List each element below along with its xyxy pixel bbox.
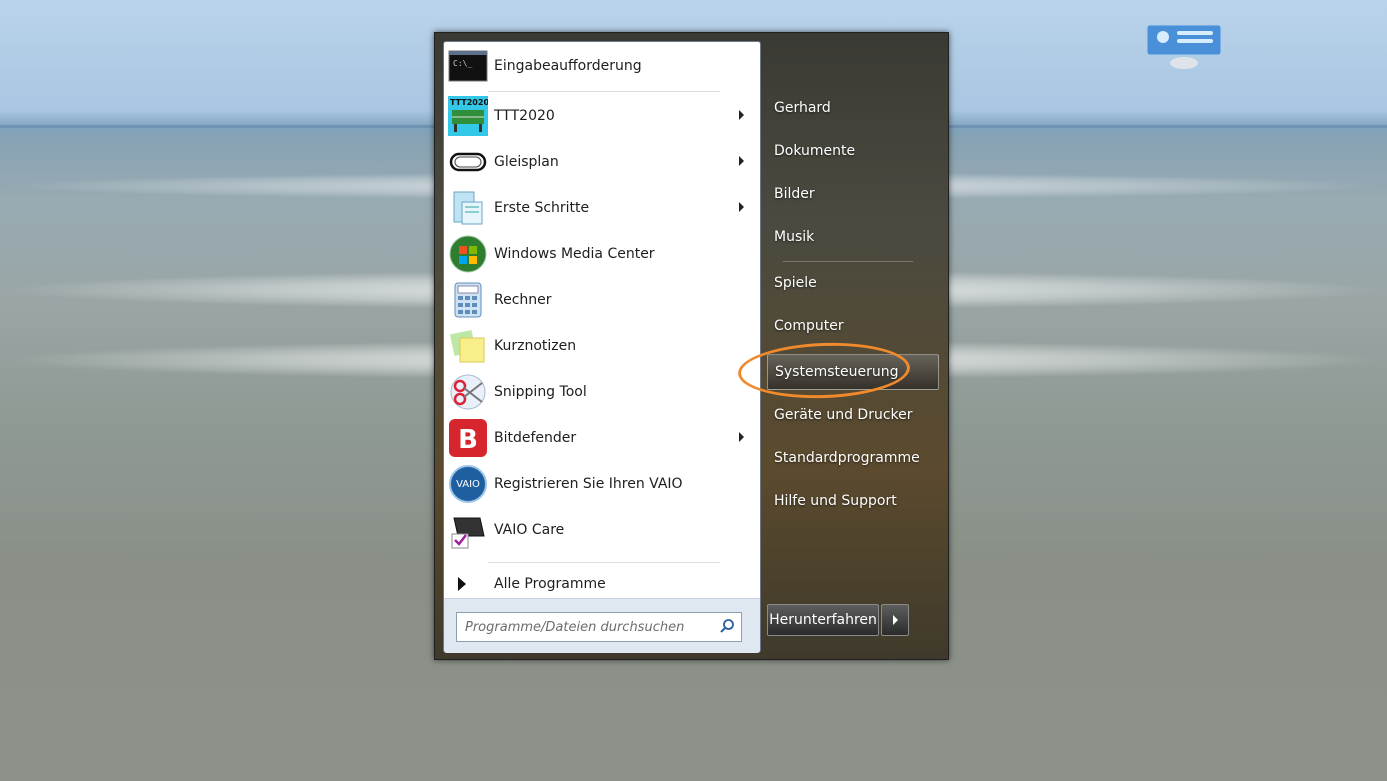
shutdown-label: Herunterfahren xyxy=(769,612,877,628)
search-bar xyxy=(444,598,760,653)
shutdown-options-arrow-icon[interactable] xyxy=(881,604,909,636)
place-label: Computer xyxy=(774,318,844,334)
place-standardprogramme[interactable]: Standardprogramme xyxy=(767,440,939,476)
command-prompt-icon: C:\_ xyxy=(448,46,488,86)
program-label: Kurznotizen xyxy=(494,338,577,354)
program-vaio-care[interactable]: VAIO Care xyxy=(446,508,758,552)
search-box[interactable] xyxy=(456,612,742,642)
program-label: Registrieren Sie Ihren VAIO xyxy=(494,476,683,492)
vaio-register-icon: VAIO xyxy=(448,464,488,504)
place-label: Geräte und Drucker xyxy=(774,407,913,423)
program-label: Bitdefender xyxy=(494,430,577,446)
place-bilder[interactable]: Bilder xyxy=(767,176,939,212)
program-label: Gleisplan xyxy=(494,154,559,170)
ttt2020-icon-text: TTT2020 xyxy=(450,98,488,107)
place-label: Gerhard xyxy=(774,100,831,116)
program-label: Rechner xyxy=(494,292,552,308)
place-dokumente[interactable]: Dokumente xyxy=(767,133,939,169)
place-label: Spiele xyxy=(774,275,817,291)
program-erste-schritte[interactable]: Erste Schritte xyxy=(446,186,758,230)
place-spiele[interactable]: Spiele xyxy=(767,265,939,301)
place-label: Musik xyxy=(774,229,815,245)
search-input[interactable] xyxy=(463,617,715,637)
all-programs-label: Alle Programme xyxy=(494,576,606,592)
place-hilfe-und-support[interactable]: Hilfe und Support xyxy=(767,483,939,519)
vaio-icon-text: VAIO xyxy=(456,479,480,490)
bitdefender-icon: B xyxy=(448,418,488,458)
programs-pane: C:\_ Eingabeaufforderung TTT2020 TTT2020… xyxy=(443,41,761,653)
separator xyxy=(488,562,720,563)
svg-text:C:\_: C:\_ xyxy=(453,59,472,68)
place-label: Hilfe und Support xyxy=(774,493,897,509)
place-musik[interactable]: Musik xyxy=(767,219,939,255)
program-label: TTT2020 xyxy=(494,108,555,124)
program-label: VAIO Care xyxy=(494,522,565,538)
program-gleisplan[interactable]: Gleisplan xyxy=(446,140,758,184)
program-registrieren-vaio[interactable]: VAIO Registrieren Sie Ihren VAIO xyxy=(446,462,758,506)
program-label: Erste Schritte xyxy=(494,200,590,216)
getting-started-icon xyxy=(448,188,488,228)
separator xyxy=(488,91,720,92)
program-rechner[interactable]: Rechner xyxy=(446,278,758,322)
program-snipping-tool[interactable]: Snipping Tool xyxy=(446,370,758,414)
program-label: Windows Media Center xyxy=(494,246,655,262)
program-label: Snipping Tool xyxy=(494,384,587,400)
all-programs-button[interactable]: Alle Programme xyxy=(446,566,758,602)
track-plan-icon xyxy=(448,142,488,182)
separator xyxy=(783,261,913,262)
place-label: Dokumente xyxy=(774,143,856,159)
bitdefender-icon-text: B xyxy=(458,425,478,455)
place-gerhard[interactable]: Gerhard xyxy=(767,90,939,126)
submenu-arrow-icon xyxy=(739,202,744,212)
calculator-icon xyxy=(448,280,488,320)
shutdown-button[interactable]: Herunterfahren xyxy=(767,604,879,636)
program-kurznotizen[interactable]: Kurznotizen xyxy=(446,324,758,368)
place-computer[interactable]: Computer xyxy=(767,308,939,344)
program-ttt2020[interactable]: TTT2020 TTT2020 xyxy=(446,94,758,138)
submenu-arrow-icon xyxy=(739,432,744,442)
place-label: Standardprogramme xyxy=(774,450,920,466)
program-windows-media-center[interactable]: Windows Media Center xyxy=(446,232,758,276)
media-center-icon xyxy=(448,234,488,274)
program-label: Eingabeaufforderung xyxy=(494,58,642,74)
program-bitdefender[interactable]: B Bitdefender xyxy=(446,416,758,460)
sticky-notes-icon xyxy=(448,326,488,366)
submenu-arrow-icon xyxy=(739,110,744,120)
search-icon[interactable] xyxy=(719,618,735,634)
program-eingabeaufforderung[interactable]: C:\_ Eingabeaufforderung xyxy=(446,44,758,88)
vaio-care-icon xyxy=(448,510,488,550)
submenu-arrow-icon xyxy=(739,156,744,166)
place-label: Bilder xyxy=(774,186,815,202)
expand-arrow-icon xyxy=(458,577,466,591)
ttt2020-icon: TTT2020 xyxy=(448,96,489,136)
control-panel-user-icon xyxy=(1146,25,1222,69)
snipping-tool-icon xyxy=(448,372,488,412)
place-geraete-und-drucker[interactable]: Geräte und Drucker xyxy=(767,397,939,433)
